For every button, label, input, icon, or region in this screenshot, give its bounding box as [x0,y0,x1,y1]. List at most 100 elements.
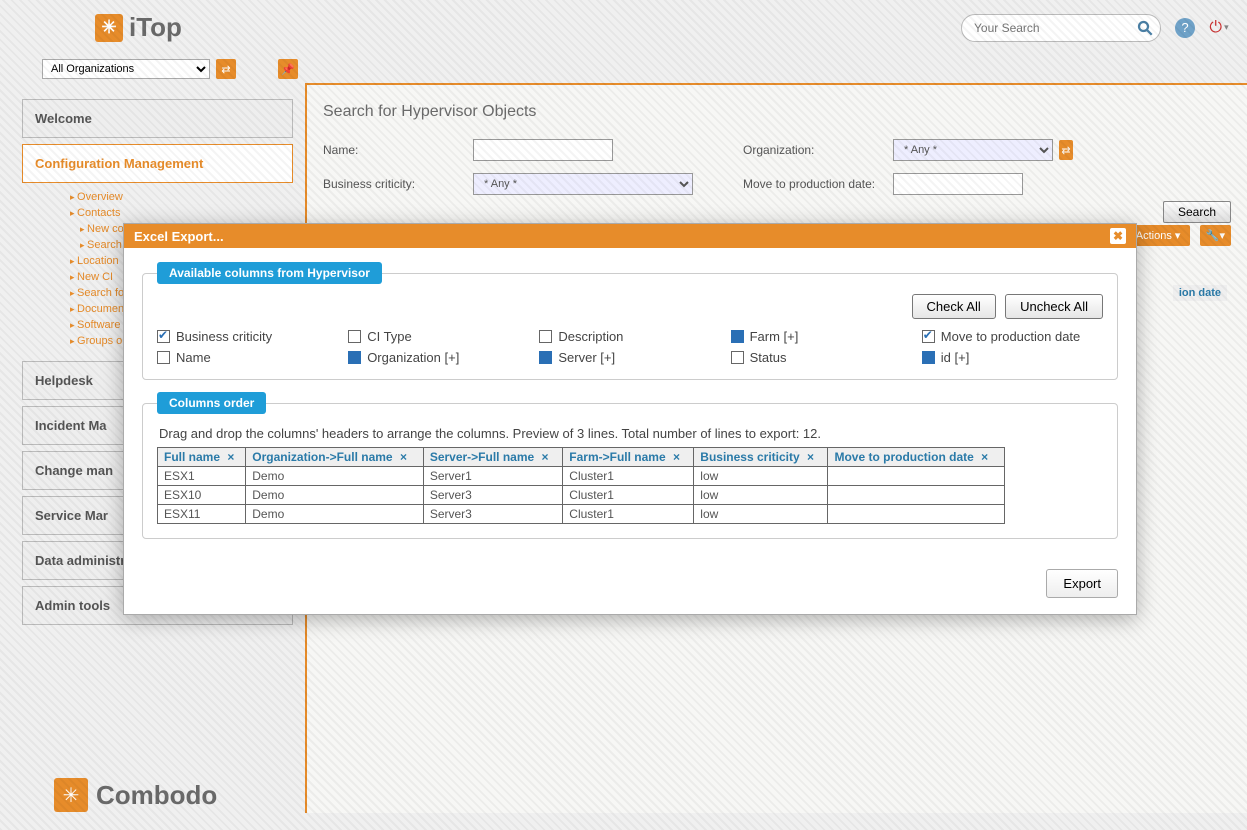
table-cell: ESX11 [158,505,246,524]
preview-column-header[interactable]: Business criticity × [694,448,828,467]
logo-text: iTop [129,12,182,43]
preview-table: Full name ×Organization->Full name ×Serv… [157,447,1005,524]
table-cell: Server3 [423,486,562,505]
checkbox-icon[interactable] [539,351,552,364]
columns-order-legend: Columns order [157,392,266,414]
submenu-overview[interactable]: Overview [70,189,293,205]
table-cell [828,467,1005,486]
checkbox-icon[interactable] [539,330,552,343]
search-button[interactable]: Search [1163,201,1231,223]
column-option[interactable]: Farm [+] [731,329,912,344]
help-icon[interactable]: ? [1175,18,1195,38]
table-cell [828,505,1005,524]
checkbox-icon[interactable] [731,330,744,343]
search-icon[interactable] [1136,19,1154,37]
column-option[interactable]: Name [157,350,338,365]
remove-column-icon[interactable]: × [400,450,407,464]
column-option[interactable]: Move to production date [922,329,1103,344]
column-option-label: Move to production date [941,329,1080,344]
org-row: All Organizations ⇄ 📌 [0,55,1247,83]
checkbox-icon[interactable] [157,351,170,364]
org-tree-icon[interactable]: ⇄ [216,59,236,79]
checkbox-icon[interactable] [731,351,744,364]
dialog-titlebar[interactable]: Excel Export... ✖ [124,224,1136,248]
column-option[interactable]: Status [731,350,912,365]
preview-column-header[interactable]: Full name × [158,448,246,467]
remove-column-icon[interactable]: × [807,450,814,464]
check-all-button[interactable]: Check All [912,294,996,319]
prod-date-field[interactable] [893,173,1023,195]
checkbox-icon[interactable] [157,330,170,343]
wrench-icon[interactable]: 🔧▾ [1200,225,1231,246]
footer-logo-icon: ✳ [54,778,88,812]
submenu-contacts[interactable]: Contacts [70,205,293,221]
search-form: Name: Organization: * Any * ⇄ Business c… [323,139,1231,195]
sidebar-item-config-mgmt[interactable]: Configuration Management [22,144,293,183]
column-option-label: Name [176,350,211,365]
table-cell [828,486,1005,505]
table-row: ESX1DemoServer1Cluster1low [158,467,1005,486]
column-option[interactable]: CI Type [348,329,529,344]
logo-icon: ✳ [95,14,123,42]
table-cell: low [694,486,828,505]
table-cell: Cluster1 [563,486,694,505]
criticity-label: Business criticity: [323,177,473,191]
remove-column-icon[interactable]: × [673,450,680,464]
available-columns-group: Available columns from Hypervisor Check … [142,262,1118,380]
remove-column-icon[interactable]: × [542,450,549,464]
column-option-label: Status [750,350,787,365]
top-bar: ✳ iTop ? ⏻ [0,0,1247,55]
table-cell: Demo [246,486,424,505]
org-pin-icon[interactable]: 📌 [278,59,298,79]
footer-logo-text: Combodo [96,780,217,811]
table-cell: low [694,467,828,486]
close-icon[interactable]: ✖ [1110,228,1126,244]
preview-column-header[interactable]: Server->Full name × [423,448,562,467]
footer-logo: ✳ Combodo [54,778,217,812]
available-columns-legend: Available columns from Hypervisor [157,262,382,284]
column-option[interactable]: Server [+] [539,350,720,365]
column-option[interactable]: Description [539,329,720,344]
checkbox-icon[interactable] [348,351,361,364]
prod-date-column-header: ion date [1173,285,1227,301]
column-option-label: Farm [+] [750,329,799,344]
column-option-label: id [+] [941,350,970,365]
search-input[interactable] [972,20,1136,36]
column-option[interactable]: Business criticity [157,329,338,344]
column-option-label: CI Type [367,329,412,344]
power-icon[interactable]: ⏻ [1209,18,1229,38]
prod-label: Move to production date: [703,177,893,191]
criticity-field[interactable]: * Any * [473,173,693,195]
top-right: ? ⏻ [961,14,1229,42]
dialog-title: Excel Export... [134,229,224,244]
preview-column-header[interactable]: Move to production date × [828,448,1005,467]
table-cell: ESX1 [158,467,246,486]
column-option-label: Business criticity [176,329,272,344]
org-select[interactable]: All Organizations [42,59,210,79]
preview-column-header[interactable]: Organization->Full name × [246,448,424,467]
column-option-label: Server [+] [558,350,615,365]
column-option-label: Description [558,329,623,344]
global-search[interactable] [961,14,1161,42]
preview-column-header[interactable]: Farm->Full name × [563,448,694,467]
export-button[interactable]: Export [1046,569,1118,598]
name-field[interactable] [473,139,613,161]
app-logo: ✳ iTop [95,12,182,43]
checkbox-icon[interactable] [922,330,935,343]
remove-column-icon[interactable]: × [227,450,234,464]
table-cell: Server1 [423,467,562,486]
org-tree-btn-icon[interactable]: ⇄ [1059,140,1073,160]
name-label: Name: [323,143,473,157]
org-field[interactable]: * Any * [893,139,1053,161]
remove-column-icon[interactable]: × [981,450,988,464]
org-label: Organization: [703,143,893,157]
column-option[interactable]: id [+] [922,350,1103,365]
uncheck-all-button[interactable]: Uncheck All [1005,294,1103,319]
checkbox-icon[interactable] [348,330,361,343]
checkbox-icon[interactable] [922,351,935,364]
sidebar-item-welcome[interactable]: Welcome [22,99,293,138]
order-hint: Drag and drop the columns' headers to ar… [159,426,1103,441]
column-option[interactable]: Organization [+] [348,350,529,365]
excel-export-dialog: Excel Export... ✖ Available columns from… [123,223,1137,615]
table-cell: low [694,505,828,524]
